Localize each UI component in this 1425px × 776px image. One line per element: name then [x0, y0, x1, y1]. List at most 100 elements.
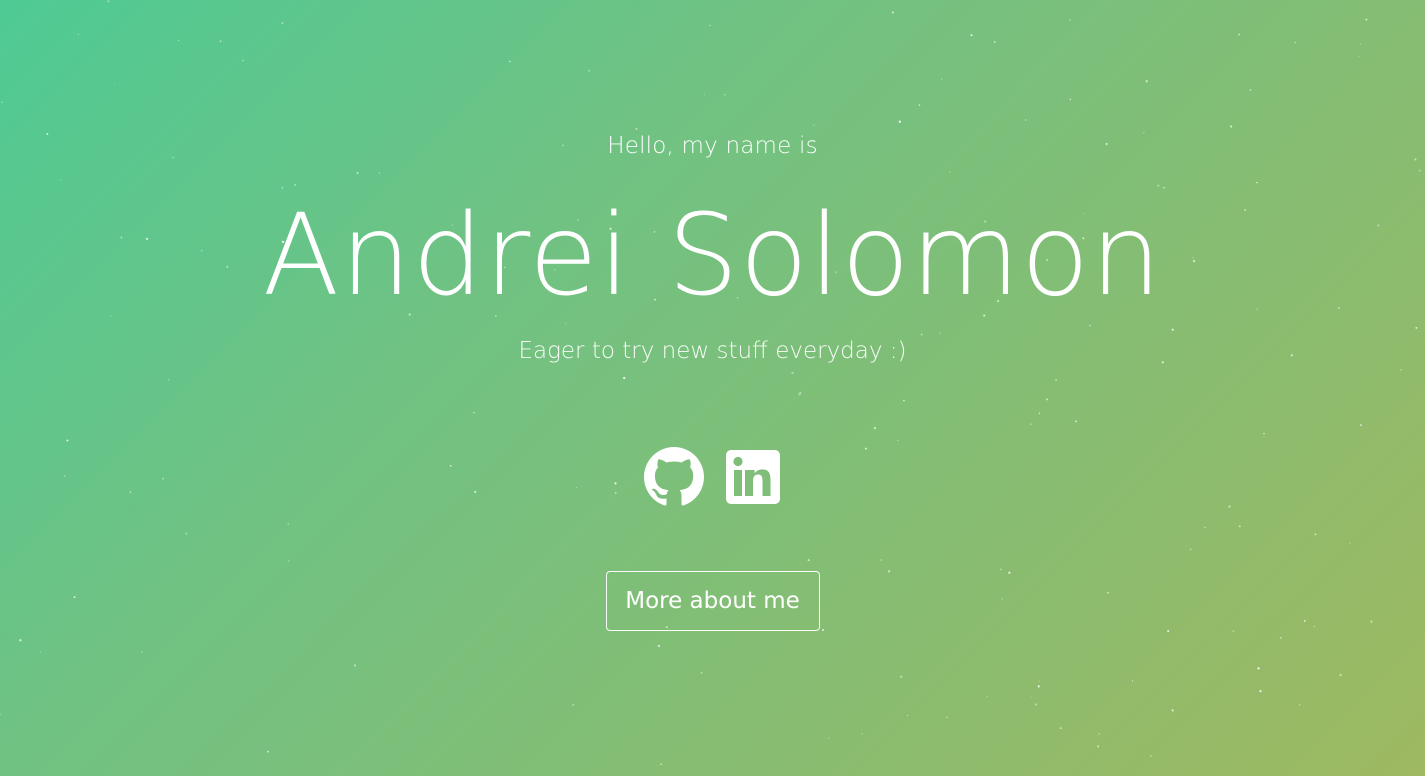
- star-particle: [219, 40, 222, 43]
- linkedin-link[interactable]: [724, 447, 782, 505]
- star-particle: [281, 22, 284, 24]
- star-particle: [66, 439, 69, 442]
- star-particle: [1031, 696, 1033, 698]
- star-particle: [1349, 542, 1351, 544]
- star-particle: [1035, 703, 1038, 706]
- star-particle: [1038, 680, 1040, 682]
- star-particle: [287, 523, 289, 525]
- page-title: Andrei Solomon: [262, 191, 1163, 321]
- star-particle: [940, 78, 943, 80]
- star-particle: [572, 703, 575, 706]
- star-particles: [0, 0, 1421, 766]
- star-particle: [828, 737, 830, 739]
- star-particle: [799, 392, 802, 395]
- star-particle: [1415, 326, 1418, 329]
- star-particle: [623, 376, 626, 380]
- tagline-text: Eager to try new stuff everyday :): [518, 338, 907, 364]
- star-particle: [19, 639, 22, 642]
- star-particle: [1204, 526, 1206, 529]
- star-particle: [918, 104, 921, 106]
- greeting-text: Hello, my name is: [607, 133, 818, 159]
- star-particle: [861, 733, 863, 735]
- star-particle: [1294, 41, 1297, 44]
- star-particle: [907, 715, 909, 717]
- star-particle: [353, 664, 357, 667]
- star-particle: [1038, 412, 1041, 415]
- star-particle: [59, 179, 62, 181]
- star-particle: [1339, 673, 1342, 677]
- star-particle: [709, 24, 711, 26]
- star-particle: [948, 171, 951, 173]
- star-particle: [0, 713, 1, 716]
- star-particle: [168, 379, 170, 381]
- star-particle: [378, 172, 381, 174]
- star-particle: [986, 696, 988, 698]
- star-particle: [813, 124, 815, 126]
- star-particle: [267, 750, 269, 753]
- star-particle: [1259, 689, 1262, 693]
- star-particle: [657, 644, 661, 648]
- star-particle: [141, 651, 143, 653]
- star-particle: [1145, 80, 1148, 83]
- star-particle: [700, 671, 703, 674]
- star-particle: [1298, 704, 1301, 706]
- star-particle: [1069, 19, 1071, 21]
- star-particle: [1280, 637, 1282, 639]
- star-particle: [798, 394, 800, 396]
- star-particle: [660, 763, 663, 766]
- star-particle: [880, 559, 882, 561]
- star-particle: [1075, 420, 1077, 423]
- star-particle: [807, 559, 810, 562]
- star-particle: [1256, 181, 1258, 184]
- star-particle: [1238, 525, 1241, 528]
- star-particle: [509, 60, 511, 63]
- github-icon: [643, 447, 704, 506]
- github-link[interactable]: [643, 447, 704, 506]
- star-particle: [1263, 432, 1265, 435]
- star-particle: [1030, 423, 1032, 425]
- star-particle: [1360, 43, 1362, 45]
- star-particle: [1037, 685, 1040, 688]
- star-particle: [1046, 398, 1049, 401]
- star-particle: [704, 94, 706, 96]
- star-particle: [970, 34, 973, 37]
- hero-section: Hello, my name is Andrei Solomon Eager t…: [0, 0, 1425, 776]
- star-particle: [873, 426, 877, 430]
- star-particle: [791, 371, 794, 375]
- star-particle: [1059, 727, 1062, 729]
- star-particle: [945, 716, 948, 719]
- star-particle: [896, 439, 899, 442]
- star-particle: [1171, 328, 1174, 331]
- star-particle: [1418, 169, 1421, 172]
- star-particle: [1400, 369, 1402, 371]
- star-particle: [1097, 745, 1100, 748]
- star-particle: [891, 11, 894, 14]
- star-particle: [1171, 709, 1174, 712]
- star-particle: [185, 532, 188, 535]
- star-particle: [1055, 378, 1058, 381]
- star-particle: [1, 101, 3, 104]
- linkedin-icon: [725, 450, 780, 504]
- star-particle: [898, 120, 901, 123]
- star-particle: [1025, 119, 1027, 121]
- star-particle: [724, 94, 726, 96]
- cta-container: More about me: [0, 571, 1425, 631]
- star-particle: [1000, 568, 1002, 571]
- star-particle: [1358, 55, 1360, 57]
- more-about-me-button[interactable]: More about me: [605, 571, 820, 631]
- star-particle: [588, 70, 590, 72]
- star-particle: [288, 560, 290, 562]
- star-particle: [1189, 548, 1192, 551]
- star-particle: [1314, 533, 1317, 536]
- star-particle: [1131, 680, 1134, 682]
- star-particle: [993, 40, 996, 43]
- star-particle: [107, 0, 110, 3]
- star-particle: [472, 411, 475, 414]
- star-particle: [77, 33, 79, 35]
- star-particle: [178, 40, 180, 41]
- star-particle: [903, 399, 905, 402]
- star-particle: [1249, 89, 1252, 91]
- star-particle: [1237, 33, 1241, 36]
- star-particle: [1098, 733, 1101, 735]
- star-particle: [1257, 667, 1260, 670]
